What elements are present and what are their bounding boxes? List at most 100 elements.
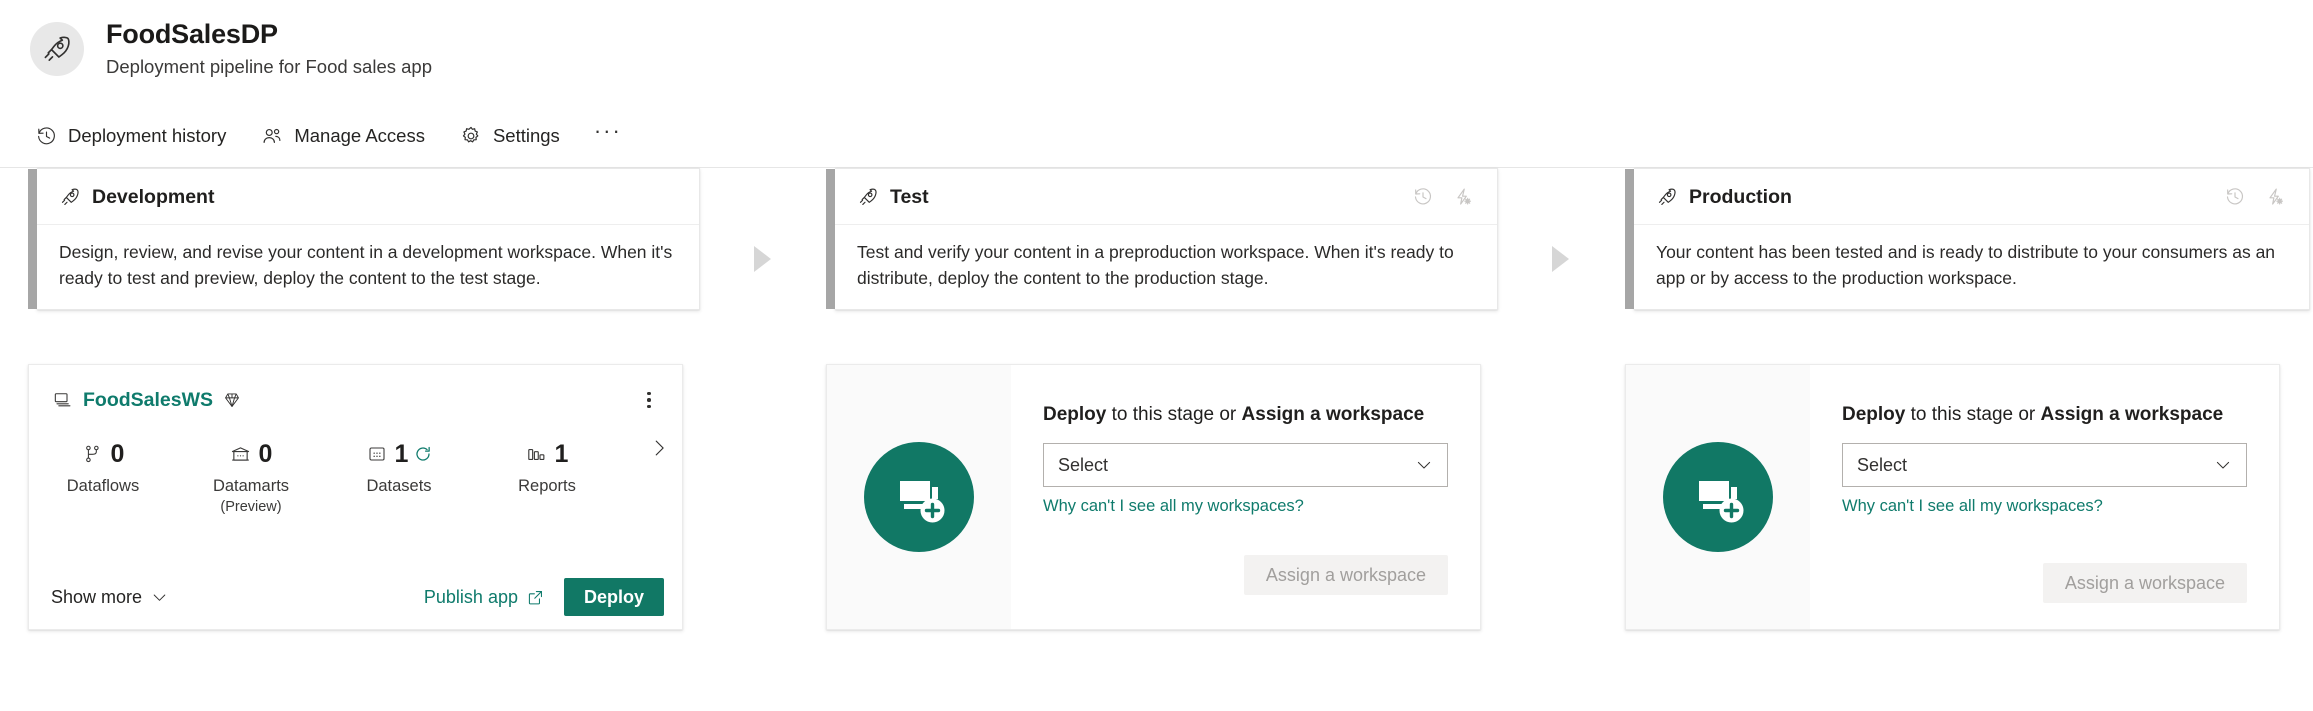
page-header: FoodSalesDP Deployment pipeline for Food… <box>0 0 2313 168</box>
deploy-button[interactable]: Deploy <box>563 578 664 616</box>
empty-stage-title-assign: Assign a workspace <box>2040 404 2224 425</box>
history-icon[interactable] <box>2223 185 2247 209</box>
history-icon <box>34 124 58 148</box>
report-icon <box>526 443 548 465</box>
metric-reports[interactable]: 1 Reports <box>473 439 621 496</box>
premium-diamond-icon <box>222 391 241 410</box>
empty-stage-card-test: Deploy to this stage or Assign a workspa… <box>826 364 1481 630</box>
workspace-metrics: 0 Dataflows 0 Datamarts (Preview) 1 Data… <box>29 413 682 516</box>
empty-stage-illustration-production <box>1626 365 1810 629</box>
toolbar-settings[interactable]: Settings <box>455 118 564 154</box>
stage-column-test: Test Test and verify your content in a p… <box>826 168 1498 310</box>
add-workspace-icon <box>864 442 974 552</box>
empty-stage-title-middle: to this stage or <box>1905 404 2041 425</box>
metric-reports-top: 1 <box>526 439 569 469</box>
toolbar: Deployment history Manage Access Setting… <box>30 118 626 154</box>
empty-stage-title-test: Deploy to this stage or Assign a workspa… <box>1043 403 1448 427</box>
pipeline-title-row: FoodSalesDP Deployment pipeline for Food… <box>30 18 432 79</box>
metric-dataflows-label: Dataflows <box>66 477 140 495</box>
metric-reports-value: 1 <box>554 440 569 468</box>
empty-stage-title-assign: Assign a workspace <box>1241 404 1425 425</box>
show-more-button[interactable]: Show more <box>51 586 168 608</box>
stage-column-production: Production Your content has been tested … <box>1625 168 2310 310</box>
stage-header-actions-production <box>2223 185 2287 209</box>
history-icon[interactable] <box>1411 185 1435 209</box>
chevron-right-icon[interactable] <box>646 435 672 461</box>
toolbar-manage-access-label: Manage Access <box>294 125 425 146</box>
workspace-help-link-production[interactable]: Why can't I see all my workspaces? <box>1842 496 2103 516</box>
metric-datamarts-value: 0 <box>258 440 273 468</box>
stage-card-test: Test Test and verify your content in a p… <box>826 168 1498 310</box>
toolbar-overflow-button[interactable]: ··· <box>590 118 626 154</box>
metric-datasets-value: 1 <box>394 440 409 468</box>
stage-name-development: Development <box>92 185 215 208</box>
page-title: FoodSalesDP <box>106 19 278 49</box>
more-horizontal-icon: ··· <box>593 118 622 143</box>
workspace-card-footer: Show more Publish app Deploy <box>29 565 682 629</box>
lightning-gear-icon[interactable] <box>2263 185 2287 209</box>
lightning-gear-icon[interactable] <box>1451 185 1475 209</box>
stage-name-test: Test <box>890 185 929 208</box>
rocket-icon <box>857 186 879 208</box>
metric-datamarts-sublabel: (Preview) <box>220 499 282 515</box>
stage-accent-bar <box>826 169 835 309</box>
workspace-help-link-test[interactable]: Why can't I see all my workspaces? <box>1043 496 1304 516</box>
stage-accent-bar <box>1625 169 1634 309</box>
rocket-icon <box>30 21 84 76</box>
metric-dataflows-value: 0 <box>110 440 125 468</box>
empty-stage-title-deploy: Deploy <box>1043 404 1107 425</box>
stage-description-production: Your content has been tested and is read… <box>1656 242 2276 288</box>
workspace-name-link[interactable]: FoodSalesWS <box>83 389 213 411</box>
empty-stage-form-test: Deploy to this stage or Assign a workspa… <box>1011 365 1480 629</box>
assign-workspace-button-production[interactable]: Assign a workspace <box>2042 563 2247 603</box>
rocket-icon <box>59 186 81 208</box>
chevron-down-icon <box>151 589 168 606</box>
refresh-icon <box>413 445 432 464</box>
stage-description-development: Design, review, and revise your content … <box>59 242 673 288</box>
gear-icon <box>459 124 483 148</box>
stage-arrow-development-to-test <box>754 246 771 272</box>
people-icon <box>260 124 284 148</box>
stage-header-production: Production <box>1634 169 2309 225</box>
rocket-icon <box>1656 186 1678 208</box>
metric-datasets-top: 1 <box>366 439 433 469</box>
metric-dataflows[interactable]: 0 Dataflows <box>29 439 177 496</box>
stage-card-production: Production Your content has been tested … <box>1625 168 2310 310</box>
publish-app-link[interactable]: Publish app <box>424 586 544 608</box>
publish-app-label: Publish app <box>423 587 518 607</box>
metric-datasets-label: Datasets <box>366 477 432 495</box>
empty-stage-title-production: Deploy to this stage or Assign a workspa… <box>1842 403 2247 427</box>
empty-stage-title-deploy: Deploy <box>1842 404 1906 425</box>
toolbar-deployment-history[interactable]: Deployment history <box>30 118 230 154</box>
stage-header-test: Test <box>835 169 1497 225</box>
metric-dataflows-top: 0 <box>82 439 125 469</box>
add-workspace-icon <box>1663 442 1773 552</box>
empty-stage-card-production: Deploy to this stage or Assign a workspa… <box>1625 364 2280 630</box>
dataset-icon <box>366 443 388 465</box>
toolbar-deployment-history-label: Deployment history <box>68 125 227 146</box>
assign-workspace-button-test[interactable]: Assign a workspace <box>1243 555 1448 595</box>
workspace-select-value-test: Select <box>1058 455 1109 475</box>
workspace-card: FoodSalesWS 0 Dataflows 0 Datamarts (Pre… <box>28 364 683 630</box>
chevron-down-icon <box>1415 456 1433 474</box>
stage-arrow-test-to-production <box>1552 246 1569 272</box>
chevron-down-icon <box>2214 456 2232 474</box>
stage-header-actions-test <box>1411 185 1475 209</box>
stage-description-test: Test and verify your content in a prepro… <box>857 242 1454 288</box>
empty-stage-title-middle: to this stage or <box>1106 404 1242 425</box>
workspace-icon <box>51 389 73 411</box>
metric-datamarts[interactable]: 0 Datamarts (Preview) <box>177 439 325 516</box>
stage-header-development: Development <box>37 169 699 225</box>
stage-name-production: Production <box>1689 185 1792 208</box>
metric-datasets[interactable]: 1 Datasets <box>325 439 473 496</box>
external-link-icon <box>527 589 544 606</box>
workspace-select-value-production: Select <box>1857 455 1908 475</box>
metric-reports-label: Reports <box>518 477 576 495</box>
workspace-select-test[interactable]: Select <box>1043 443 1448 487</box>
toolbar-manage-access[interactable]: Manage Access <box>256 118 429 154</box>
workspace-select-production[interactable]: Select <box>1842 443 2247 487</box>
workspace-card-header: FoodSalesWS <box>29 365 682 413</box>
more-vertical-icon[interactable] <box>636 387 662 413</box>
pipeline-title-text: FoodSalesDP Deployment pipeline for Food… <box>106 18 432 79</box>
stage-column-development: Development Design, review, and revise y… <box>28 168 700 310</box>
